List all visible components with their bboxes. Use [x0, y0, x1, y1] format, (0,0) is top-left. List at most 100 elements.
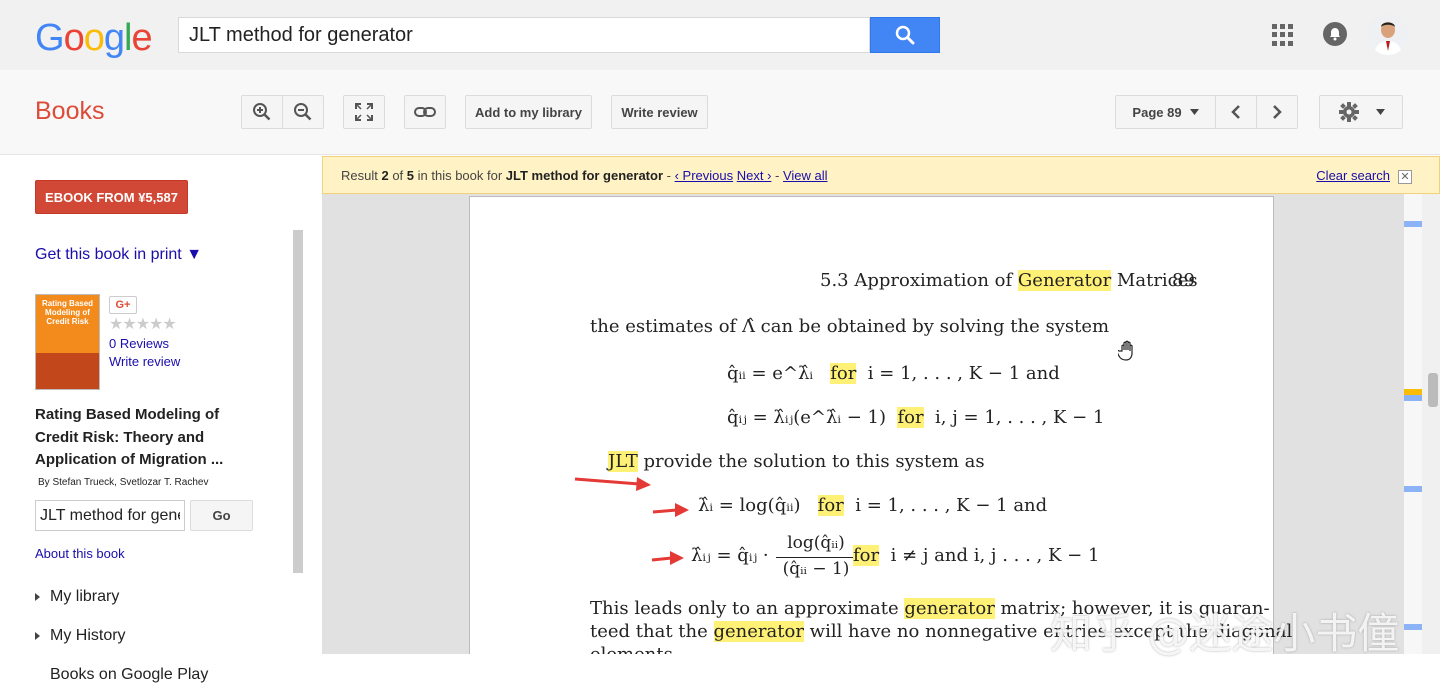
red-arrow-3: [651, 551, 684, 565]
search-hit-marker[interactable]: [1404, 624, 1422, 630]
result-summary: Result 2 of 5 in this book for JLT metho…: [341, 168, 828, 183]
book-viewer[interactable]: 5.3 Approximation of Generator Matrices …: [322, 194, 1404, 654]
sidebar-item-my-library[interactable]: My library: [35, 588, 119, 606]
caret-right-icon: [35, 593, 40, 601]
sidebar-scrollbar[interactable]: [293, 230, 303, 573]
caret-right-icon: [35, 632, 40, 640]
next-result-link[interactable]: Next ›: [737, 168, 772, 183]
link-icon: [414, 107, 436, 117]
red-arrow-1: [574, 477, 651, 491]
clear-search-link[interactable]: Clear search: [1316, 168, 1390, 183]
fraction-bar: [776, 557, 856, 558]
in-book-search-input[interactable]: [36, 501, 184, 530]
highlight: generator: [713, 621, 804, 642]
top-bar: Google: [0, 0, 1440, 70]
page-running-header: 5.3 Approximation of Generator Matrices: [820, 270, 1198, 291]
book-title: Rating Based Modeling of Credit Risk: Th…: [35, 406, 224, 468]
write-review-link[interactable]: Write review: [109, 354, 180, 369]
red-arrow-2: [652, 503, 689, 517]
zoom-in-button[interactable]: [241, 95, 283, 129]
highlight: generator: [904, 598, 995, 619]
view-all-link[interactable]: View all: [783, 168, 828, 183]
search-box[interactable]: [178, 17, 870, 53]
highlight: for: [817, 495, 844, 516]
result-dash: -: [663, 168, 675, 183]
highlight: for: [830, 363, 857, 384]
page-number: 89: [1172, 270, 1195, 291]
result-of: of: [388, 168, 407, 183]
result-query: JLT method for generator: [505, 168, 664, 183]
cover-band: [36, 353, 99, 389]
search-icon: [895, 25, 915, 45]
ebook-buy-button[interactable]: EBOOK FROM ¥5,587: [35, 180, 188, 214]
chevron-down-icon: [1375, 109, 1385, 115]
link-button[interactable]: [404, 95, 446, 129]
search-result-bar: Result 2 of 5 in this book for JLT metho…: [322, 156, 1440, 194]
zoom-in-icon: [253, 103, 271, 121]
highlight: JLT: [608, 451, 638, 472]
highlight: for: [897, 407, 924, 428]
search-hit-marker[interactable]: [1404, 486, 1422, 492]
go-button[interactable]: Go: [190, 500, 253, 531]
fraction-numerator: log(q̂ᵢᵢ): [787, 533, 845, 553]
equation-1: q̂ᵢᵢ = e^λ̂ᵢ for i = 1, . . . , K − 1 an…: [727, 363, 1060, 384]
window-scrollbar[interactable]: [1422, 194, 1440, 654]
previous-page-button[interactable]: [1215, 95, 1257, 129]
fullscreen-button[interactable]: [343, 95, 385, 129]
sidebar-item-google-play[interactable]: Books on Google Play: [50, 666, 208, 684]
search-hit-marker[interactable]: [1404, 221, 1422, 227]
book-cover[interactable]: Rating Based Modeling of Credit Risk: [35, 294, 100, 390]
apps-grid-icon[interactable]: [1272, 24, 1294, 46]
sidebar-item-label: Books on Google Play: [50, 666, 209, 683]
settings-button[interactable]: [1319, 95, 1403, 129]
close-icon[interactable]: ✕: [1398, 170, 1412, 184]
next-page-button[interactable]: [1256, 95, 1298, 129]
sidebar-item-label: My History: [50, 627, 126, 644]
write-review-button[interactable]: Write review: [611, 95, 708, 129]
equation-4-right: for i ≠ j and i, j . . . , K − 1: [853, 545, 1100, 566]
sidebar-item-label: My library: [50, 588, 120, 605]
add-to-library-button[interactable]: Add to my library: [465, 95, 592, 129]
book-authors: By Stefan Trueck, Svetlozar T. Rachev: [38, 477, 209, 488]
gear-icon: [1338, 102, 1359, 122]
result-dash: -: [771, 168, 783, 183]
gplus-button[interactable]: G+: [109, 296, 137, 314]
text-line: elements.: [590, 644, 679, 654]
sidebar-item-my-history[interactable]: My History: [35, 627, 126, 645]
equation-3: λ̂ᵢ = log(q̂ᵢᵢ) for i = 1, . . . , K − 1…: [698, 495, 1048, 516]
book-page: 5.3 Approximation of Generator Matrices …: [469, 196, 1292, 654]
books-title[interactable]: Books: [35, 97, 104, 126]
watermark: 知乎 @迷途小书僮: [1050, 609, 1400, 658]
chevron-right-icon: [1273, 105, 1282, 119]
rating-stars: ★★★★★: [109, 316, 177, 333]
page-scrollbar[interactable]: [1404, 194, 1422, 654]
cover-title: Rating Based Modeling of Credit Risk: [41, 299, 94, 326]
hand-cursor-icon: [1118, 340, 1133, 361]
highlight: Generator: [1017, 270, 1112, 291]
page-label: Page 89: [1132, 104, 1182, 120]
equation-4-left: λ̂ᵢⱼ = q̂ᵢⱼ ·: [691, 545, 769, 566]
get-book-in-print-link[interactable]: Get this book in print ▼: [35, 246, 202, 264]
about-book-link[interactable]: About this book: [35, 546, 125, 561]
zoom-out-button[interactable]: [282, 95, 324, 129]
zoom-out-icon: [294, 103, 312, 121]
google-logo[interactable]: Google: [35, 17, 153, 60]
search-input[interactable]: [179, 18, 869, 52]
page-select[interactable]: Page 89: [1115, 95, 1216, 129]
search-button[interactable]: [870, 17, 940, 53]
previous-result-link[interactable]: ‹ Previous: [675, 168, 734, 183]
fullscreen-icon: [355, 103, 373, 121]
books-toolbar: Books Add to my library Write review Pag…: [0, 70, 1440, 155]
result-middle: in this book for: [414, 168, 506, 183]
text-line: JLT provide the solution to this system …: [608, 451, 985, 472]
result-index: 2: [381, 168, 389, 183]
in-book-search-box[interactable]: [35, 500, 185, 531]
highlight: for: [853, 545, 880, 566]
window-scrollbar-thumb[interactable]: [1428, 373, 1438, 407]
reviews-link[interactable]: 0 Reviews: [109, 336, 169, 351]
user-avatar[interactable]: [1368, 15, 1408, 55]
result-total: 5: [406, 168, 415, 183]
search-hit-marker[interactable]: [1404, 395, 1422, 401]
bell-icon[interactable]: [1323, 22, 1347, 46]
text-line: the estimates of Λ̂ can be obtained by s…: [590, 316, 1110, 337]
